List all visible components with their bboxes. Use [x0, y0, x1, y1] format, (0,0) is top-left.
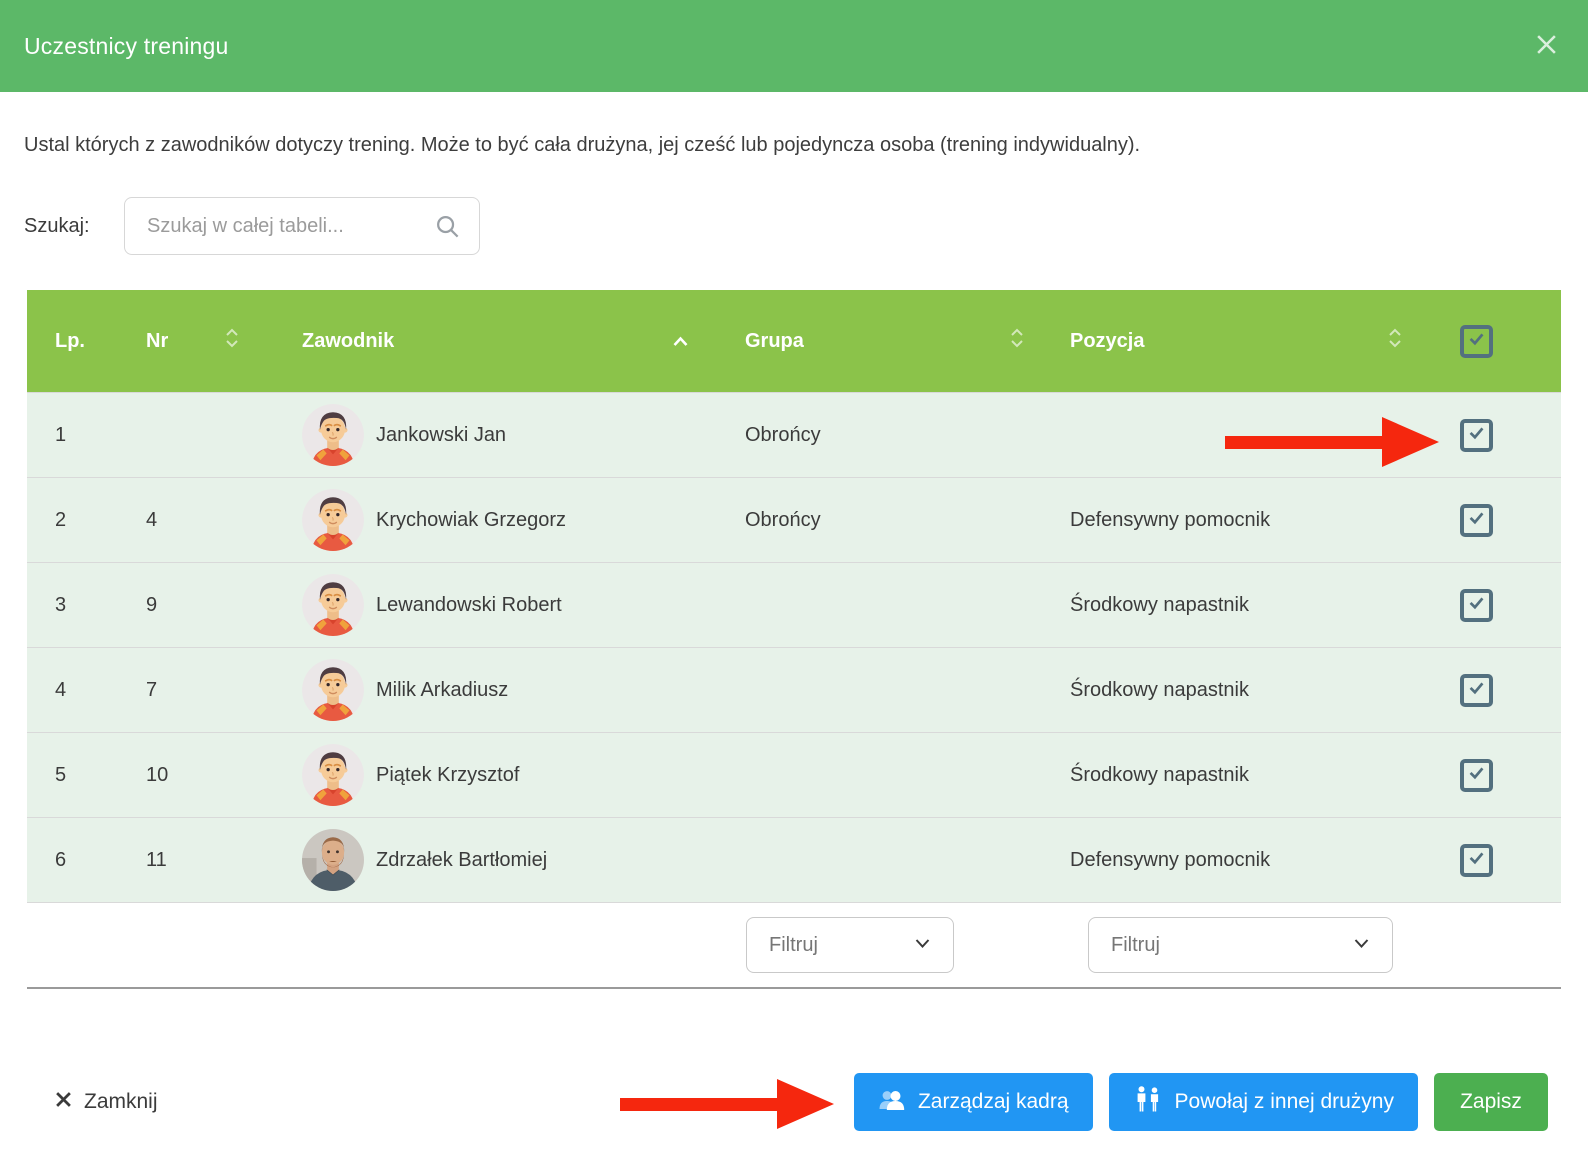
modal-header: Uczestnicy treningu [0, 0, 1588, 92]
modal-close-button[interactable] [1531, 29, 1562, 63]
row-player: Krychowiak Grzegorz [275, 489, 715, 551]
row-lp: 4 [27, 679, 115, 702]
row-position: Defensywny pomocnik [1040, 509, 1420, 532]
manage-squad-button[interactable]: Zarządzaj kadrą [854, 1073, 1093, 1131]
player-name: Piątek Krzysztof [376, 764, 519, 787]
table-row: 5 10 Piątek Krzysztof Środkowy napastnik [27, 732, 1561, 817]
row-nr: 4 [115, 509, 275, 532]
table-row: 3 9 Lewandowski Robert Środkowy napastni… [27, 562, 1561, 647]
row-position: Środkowy napastnik [1040, 594, 1420, 617]
player-name: Jankowski Jan [376, 424, 506, 447]
player-avatar [302, 489, 364, 551]
sort-asc-icon[interactable] [672, 330, 689, 353]
player-avatar [302, 829, 364, 891]
row-player: Milik Arkadiusz [275, 659, 715, 721]
x-icon [55, 1090, 72, 1114]
player-avatar [302, 659, 364, 721]
row-checkbox[interactable] [1460, 674, 1493, 707]
player-avatar [302, 744, 364, 806]
row-nr: 11 [115, 849, 275, 872]
row-player: Zdrzałek Bartłomiej [275, 829, 715, 891]
check-icon [1467, 848, 1486, 873]
row-nr: 9 [115, 594, 275, 617]
player-avatar [302, 574, 364, 636]
header-group[interactable]: Grupa [715, 327, 1040, 355]
row-nr: 10 [115, 764, 275, 787]
table-row: 6 11 Zdrzałek Bartłomiej Defensywny pomo… [27, 817, 1561, 902]
row-player: Jankowski Jan [275, 404, 715, 466]
close-icon [1535, 33, 1558, 59]
table-header-row: Lp. Nr Zawodnik Grupa Pozycja [27, 290, 1561, 392]
player-name: Krychowiak Grzegorz [376, 509, 566, 532]
row-checkbox[interactable] [1460, 759, 1493, 792]
close-modal-link[interactable]: Zamknij [55, 1090, 158, 1114]
chevron-down-icon [1353, 936, 1370, 954]
row-lp: 5 [27, 764, 115, 787]
row-nr: 7 [115, 679, 275, 702]
row-checkbox[interactable] [1460, 844, 1493, 877]
call-up-from-other-team-button[interactable]: Powołaj z innej drużyny [1109, 1073, 1418, 1131]
table-row: 1 Jankowski Jan Obrońcy [27, 392, 1561, 477]
header-lp: Lp. [27, 330, 115, 353]
row-lp: 1 [27, 424, 115, 447]
check-icon [1467, 423, 1486, 448]
check-icon [1467, 593, 1486, 618]
row-checkbox[interactable] [1460, 504, 1493, 537]
check-icon [1467, 508, 1486, 533]
search-icon [434, 213, 461, 240]
sort-icon[interactable] [225, 327, 239, 355]
header-nr[interactable]: Nr [115, 327, 275, 355]
table-row: 2 4 Krychowiak Grzegorz Obrońcy Defensyw… [27, 477, 1561, 562]
save-button[interactable]: Zapisz [1434, 1073, 1548, 1131]
table-row: 4 7 Milik Arkadiusz Środkowy napastnik [27, 647, 1561, 732]
row-player: Piątek Krzysztof [275, 744, 715, 806]
sort-icon[interactable] [1388, 327, 1402, 355]
player-avatar [302, 404, 364, 466]
check-icon [1467, 763, 1486, 788]
search-row: Szukaj: [24, 197, 1564, 255]
player-name: Lewandowski Robert [376, 594, 562, 617]
player-name: Milik Arkadiusz [376, 679, 508, 702]
players-table: Lp. Nr Zawodnik Grupa Pozycja 1 [27, 290, 1561, 989]
row-checkbox[interactable] [1460, 589, 1493, 622]
check-icon [1467, 678, 1486, 703]
row-player: Lewandowski Robert [275, 574, 715, 636]
row-lp: 3 [27, 594, 115, 617]
row-lp: 2 [27, 509, 115, 532]
position-filter-dropdown[interactable]: Filtruj [1088, 917, 1393, 973]
modal-footer: Zamknij Zarządzaj kadrą Powołaj z innej … [55, 1073, 1548, 1131]
select-all-checkbox[interactable] [1460, 325, 1493, 358]
chevron-down-icon [914, 936, 931, 954]
check-icon [1467, 329, 1486, 354]
two-people-icon [1133, 1086, 1163, 1118]
row-position: Środkowy napastnik [1040, 764, 1420, 787]
row-position: Defensywny pomocnik [1040, 849, 1420, 872]
header-player[interactable]: Zawodnik [275, 330, 715, 353]
search-input[interactable] [125, 215, 434, 238]
header-position[interactable]: Pozycja [1040, 327, 1420, 355]
search-box [124, 197, 480, 255]
users-icon [878, 1087, 906, 1117]
player-name: Zdrzałek Bartłomiej [376, 849, 547, 872]
search-label: Szukaj: [24, 215, 124, 238]
row-checkbox[interactable] [1460, 419, 1493, 452]
modal-title: Uczestnicy treningu [24, 33, 229, 60]
row-group: Obrońcy [715, 509, 1040, 532]
filter-row: Filtruj Filtruj [27, 902, 1561, 987]
row-group: Obrońcy [715, 424, 1040, 447]
row-lp: 6 [27, 849, 115, 872]
group-filter-dropdown[interactable]: Filtruj [746, 917, 954, 973]
row-position: Środkowy napastnik [1040, 679, 1420, 702]
modal-description: Ustal których z zawodników dotyczy treni… [24, 134, 1564, 157]
sort-icon[interactable] [1010, 327, 1024, 355]
